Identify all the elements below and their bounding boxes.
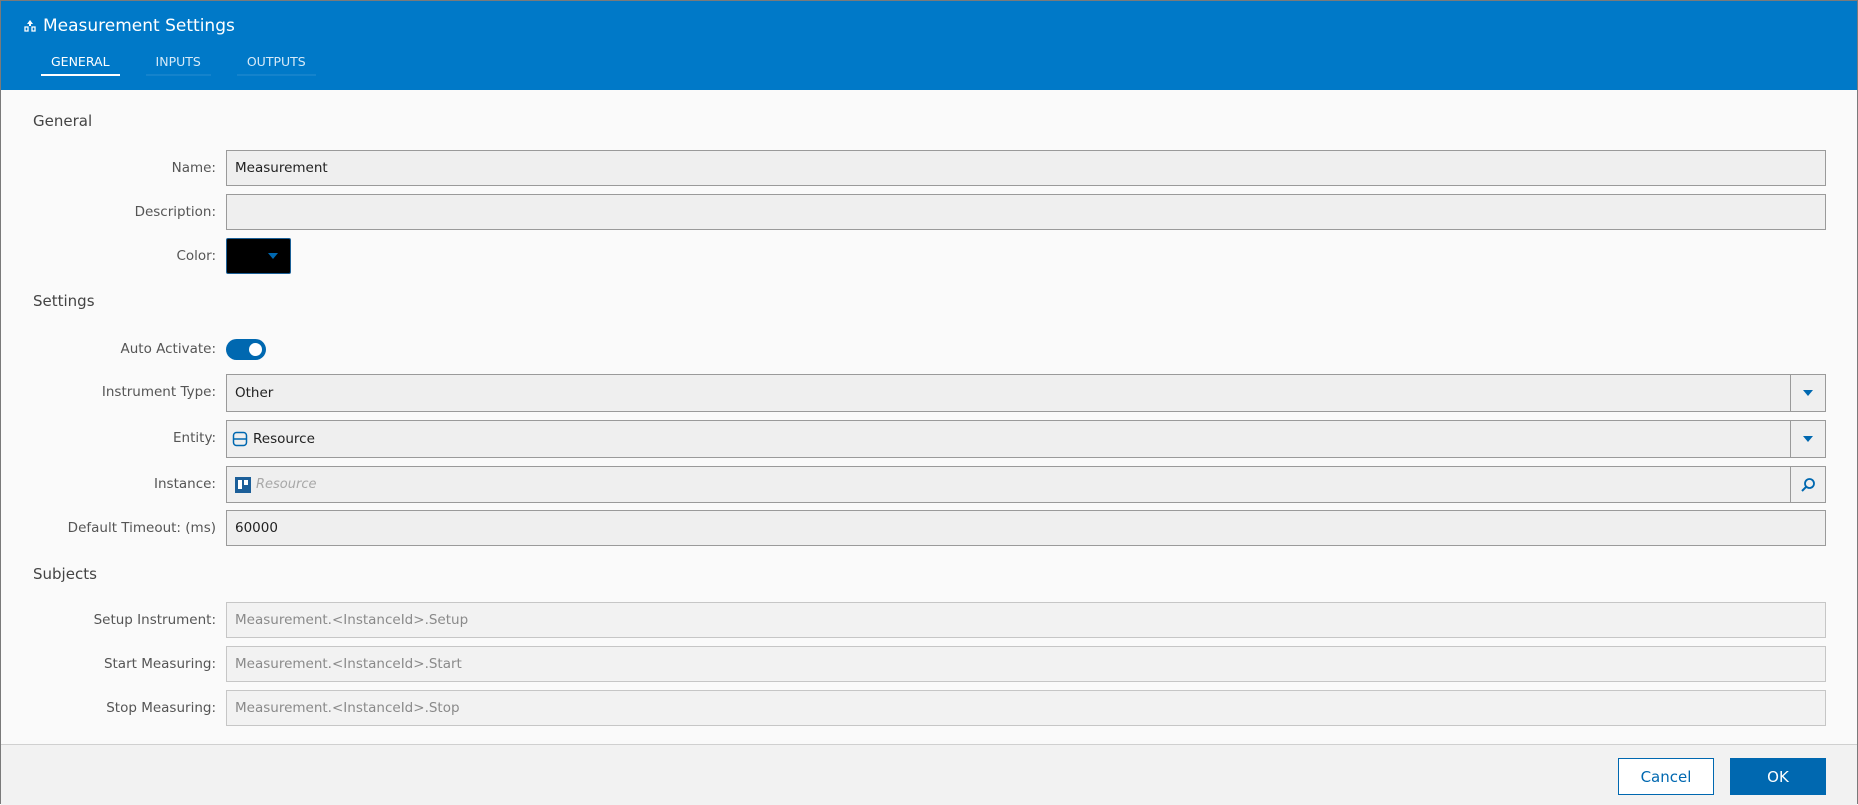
- setup-instrument-field: Measurement.<InstanceId>.Setup: [226, 602, 1826, 638]
- chevron-down-icon: [268, 253, 278, 259]
- tab-outputs[interactable]: OUTPUTS: [236, 48, 316, 76]
- instance-label: Instance:: [154, 476, 216, 492]
- timeout-label: Default Timeout: (ms): [67, 520, 216, 536]
- entity-select[interactable]: Resource: [226, 420, 1826, 458]
- description-field[interactable]: [226, 194, 1826, 230]
- color-picker[interactable]: [226, 238, 291, 274]
- search-icon: [1801, 477, 1815, 492]
- stop-measuring-value: Measurement.<InstanceId>.Stop: [235, 700, 460, 716]
- instrument-type-label: Instrument Type:: [101, 384, 216, 400]
- setup-instrument-value: Measurement.<InstanceId>.Setup: [235, 612, 469, 628]
- instrument-type-value: Other: [235, 385, 274, 401]
- description-label: Description:: [134, 204, 216, 220]
- color-label: Color:: [176, 248, 216, 264]
- instance-placeholder: Resource: [256, 477, 317, 492]
- dialog-title-text: Measurement Settings: [43, 16, 235, 36]
- instrument-type-select[interactable]: Other: [226, 374, 1826, 412]
- auto-activate-label: Auto Activate:: [120, 341, 216, 357]
- timeout-field[interactable]: 60000: [226, 510, 1826, 546]
- stop-measuring-field: Measurement.<InstanceId>.Stop: [226, 690, 1826, 726]
- tab-bar: GENERAL INPUTS OUTPUTS: [41, 48, 342, 76]
- dialog-title: Measurement Settings: [23, 15, 235, 37]
- cancel-button[interactable]: Cancel: [1618, 758, 1714, 795]
- tab-inputs[interactable]: INPUTS: [145, 48, 211, 76]
- section-general-title: General: [33, 112, 93, 130]
- setup-instrument-label: Setup Instrument:: [93, 612, 216, 628]
- name-label: Name:: [171, 160, 216, 176]
- name-field[interactable]: Measurement: [226, 150, 1826, 186]
- timeout-value: 60000: [235, 520, 278, 536]
- entity-dropdown-button[interactable]: [1790, 421, 1825, 457]
- resource-icon: [235, 476, 251, 493]
- section-settings-title: Settings: [33, 292, 95, 310]
- start-measuring-value: Measurement.<InstanceId>.Start: [235, 656, 462, 672]
- entity-icon: [232, 431, 248, 447]
- auto-activate-toggle[interactable]: [226, 339, 266, 360]
- start-measuring-field: Measurement.<InstanceId>.Start: [226, 646, 1826, 682]
- measurement-settings-dialog: Measurement Settings GENERAL INPUTS OUTP…: [0, 0, 1858, 805]
- entity-label: Entity:: [173, 430, 216, 446]
- section-subjects-title: Subjects: [33, 565, 97, 583]
- dialog-footer: Cancel OK: [1, 744, 1857, 805]
- dialog-header: Measurement Settings GENERAL INPUTS OUTP…: [1, 1, 1857, 90]
- entity-value: Resource: [253, 431, 315, 447]
- start-measuring-label: Start Measuring:: [103, 656, 216, 672]
- tab-general[interactable]: GENERAL: [41, 48, 120, 76]
- name-value: Measurement: [235, 160, 328, 176]
- chevron-down-icon: [1803, 390, 1813, 396]
- instrument-type-dropdown-button[interactable]: [1790, 375, 1825, 411]
- chevron-down-icon: [1803, 436, 1813, 442]
- instance-search-button[interactable]: [1790, 467, 1825, 502]
- ok-button[interactable]: OK: [1730, 758, 1826, 795]
- toggle-knob: [249, 343, 262, 356]
- instance-field[interactable]: Resource: [226, 466, 1826, 503]
- stop-measuring-label: Stop Measuring:: [106, 700, 216, 716]
- recycle-icon: [24, 20, 36, 32]
